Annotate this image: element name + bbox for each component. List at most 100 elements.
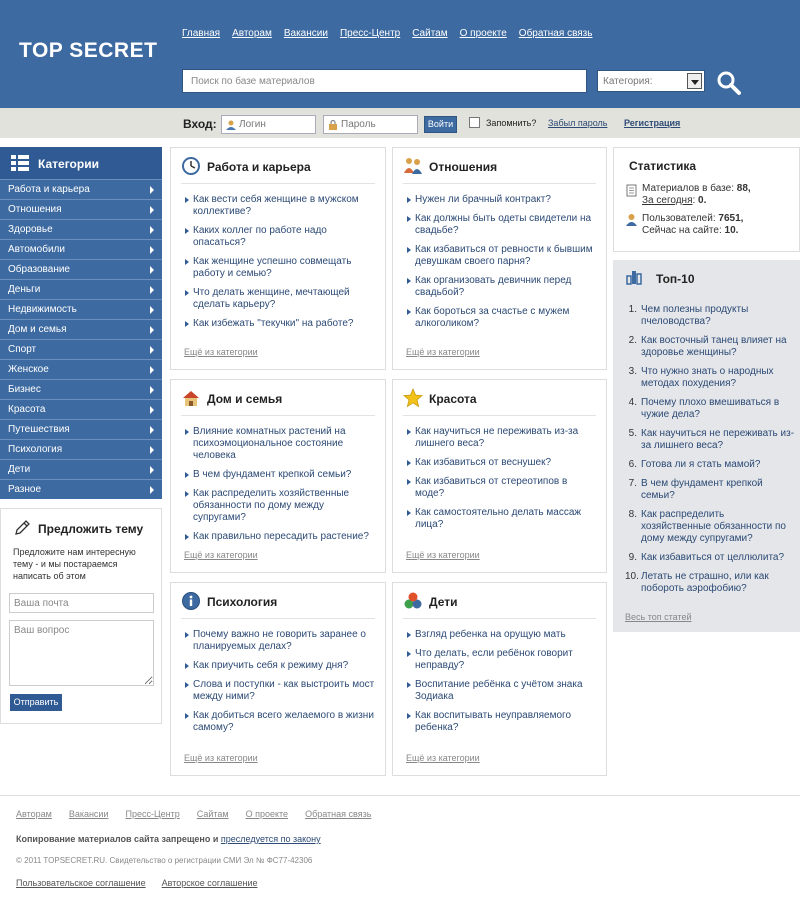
sidebar-item-relationships[interactable]: Отношения	[0, 199, 162, 219]
article-link[interactable]: Как организовать девичник перед свадьбой…	[407, 275, 597, 299]
footer-link-authors[interactable]: Авторам	[16, 809, 52, 819]
categories-header: Категории	[0, 147, 162, 179]
blocks-icon	[404, 592, 422, 609]
all-top-articles-link[interactable]: Весь топ статей	[625, 612, 691, 622]
article-link[interactable]: Как избавиться от стереотипов в моде?	[407, 476, 597, 500]
nav-link-feedback[interactable]: Обратная связь	[519, 28, 593, 39]
article-link[interactable]: Как правильно пересадить растение?	[185, 531, 375, 543]
register-link[interactable]: Регистрация	[624, 118, 680, 128]
user-icon	[626, 214, 637, 226]
top10-item[interactable]: 5. Как научиться не переживать из-за лишн…	[625, 428, 797, 452]
top10-item[interactable]: 2. Как восточный танец влияет на здоровье…	[625, 335, 797, 359]
more-from-category-link[interactable]: Ещё из категории	[184, 753, 258, 763]
law-link[interactable]: преследуется по закону	[221, 834, 321, 844]
footer-link-press[interactable]: Пресс-Центр	[126, 809, 180, 819]
nav-link-about[interactable]: О проекте	[460, 28, 507, 39]
article-link[interactable]: Как распределить хозяйственные обязаннос…	[185, 488, 375, 524]
question-field[interactable]	[9, 620, 154, 686]
sidebar-item-health[interactable]: Здоровье	[0, 219, 162, 239]
sidebar-item-kids[interactable]: Дети	[0, 459, 162, 479]
article-link[interactable]: Как женщине успешно совмещать работу и с…	[185, 256, 375, 280]
footer-link-vacancies[interactable]: Вакансии	[69, 809, 109, 819]
top10-item[interactable]: 7. В чем фундамент крепкой семьи?	[625, 478, 797, 502]
sidebar-item-work[interactable]: Работа и карьера	[0, 179, 162, 199]
article-link[interactable]: Что делать, если ребёнок говорит неправд…	[407, 648, 597, 672]
more-from-category-link[interactable]: Ещё из категории	[406, 550, 480, 560]
author-agreement-link[interactable]: Авторское соглашение	[162, 878, 258, 888]
article-link[interactable]: Как вести себя женщине в мужском коллект…	[185, 194, 375, 218]
more-from-category-link[interactable]: Ещё из категории	[406, 347, 480, 357]
article-link[interactable]: Как научиться не переживать из-за лишнег…	[407, 426, 597, 450]
today-link[interactable]: За сегодня	[642, 195, 692, 206]
footer-link-about[interactable]: О проекте	[246, 809, 288, 819]
article-link[interactable]: Как добиться всего желаемого в жизни сам…	[185, 710, 375, 734]
article-link[interactable]: Как воспитывать неуправляемого ребенка?	[407, 710, 597, 734]
nav-link-press[interactable]: Пресс-Центр	[340, 28, 400, 39]
document-icon	[626, 184, 637, 197]
list-icon	[11, 155, 29, 171]
email-field[interactable]	[9, 593, 154, 613]
user-agreement-link[interactable]: Пользовательское соглашение	[16, 878, 146, 888]
search-input[interactable]	[182, 69, 587, 93]
article-link[interactable]: Нужен ли брачный контракт?	[407, 194, 597, 206]
chevron-down-icon[interactable]	[687, 73, 702, 89]
login-bar: Вход: Логин Пароль Войти Запомнить? Забы…	[0, 108, 800, 138]
sidebar-item-beauty[interactable]: Красота	[0, 399, 162, 419]
top10-item[interactable]: 8. Как распределить хозяйственные обязанн…	[625, 509, 797, 545]
sidebar-item-home[interactable]: Дом и семья	[0, 319, 162, 339]
article-link[interactable]: Что делать женщине, мечтающей сделать ка…	[185, 287, 375, 311]
box-title: Дом и семья	[207, 392, 283, 406]
article-link[interactable]: Как самостоятельно делать массаж лица?	[407, 507, 597, 531]
article-link[interactable]: Взгляд ребенка на орущую мать	[407, 629, 597, 641]
top10-item[interactable]: 6. Готова ли я стать мамой?	[625, 459, 797, 471]
footer-link-sites[interactable]: Сайтам	[197, 809, 229, 819]
article-link[interactable]: Каких коллег по работе надо опасаться?	[185, 225, 375, 249]
article-link[interactable]: Влияние комнатных растений на психоэмоци…	[185, 426, 375, 462]
article-link[interactable]: Как избежать "текучки" на работе?	[185, 318, 375, 330]
article-link[interactable]: Слова и поступки - как выстроить мост ме…	[185, 679, 375, 703]
article-link[interactable]: Почему важно не говорить заранее о плани…	[185, 629, 375, 653]
more-from-category-link[interactable]: Ещё из категории	[184, 550, 258, 560]
sidebar-item-psychology[interactable]: Психология	[0, 439, 162, 459]
sidebar-item-sport[interactable]: Спорт	[0, 339, 162, 359]
top10-item[interactable]: 1. Чем полезны продукты пчеловодства?	[625, 304, 797, 328]
sidebar-item-realty[interactable]: Недвижимость	[0, 299, 162, 319]
login-field[interactable]: Логин	[221, 115, 316, 134]
password-field[interactable]: Пароль	[323, 115, 418, 134]
sidebar-item-cars[interactable]: Автомобили	[0, 239, 162, 259]
article-link[interactable]: Как бороться за счастье с мужем алкоголи…	[407, 306, 597, 330]
nav-link-home[interactable]: Главная	[182, 28, 220, 39]
nav-link-authors[interactable]: Авторам	[232, 28, 272, 39]
sidebar-item-money[interactable]: Деньги	[0, 279, 162, 299]
suggest-text: Предложите нам интересную тему - и мы по…	[13, 547, 136, 581]
statistics-panel: Статистика Материалов в базе: 88, За сег…	[613, 147, 800, 252]
category-select[interactable]: Категория:	[597, 70, 705, 92]
sidebar-item-travel[interactable]: Путешествия	[0, 419, 162, 439]
article-link[interactable]: Как избавиться от веснушек?	[407, 457, 597, 469]
footer-link-feedback[interactable]: Обратная связь	[305, 809, 371, 819]
top10-item[interactable]: 3. Что нужно знать о народных методах пох…	[625, 366, 797, 390]
sidebar-item-women[interactable]: Женское	[0, 359, 162, 379]
site-logo[interactable]: TOP SECRET	[19, 39, 157, 63]
more-from-category-link[interactable]: Ещё из категории	[184, 347, 258, 357]
send-button[interactable]: Отправить	[10, 694, 62, 711]
remember-checkbox[interactable]	[469, 117, 480, 128]
nav-link-sites[interactable]: Сайтам	[412, 28, 447, 39]
sidebar-item-business[interactable]: Бизнес	[0, 379, 162, 399]
article-link[interactable]: Как избавиться от ревности к бывшим деву…	[407, 244, 597, 268]
sidebar-item-misc[interactable]: Разное	[0, 479, 162, 499]
search-button[interactable]	[716, 70, 742, 96]
article-link[interactable]: Как должны быть одеты свидетели на свадь…	[407, 213, 597, 237]
login-button[interactable]: Войти	[424, 116, 457, 133]
top10-item[interactable]: 10. Летать не страшно, или как побороть а…	[625, 571, 797, 595]
article-link[interactable]: Как приучить себя к режиму дня?	[185, 660, 375, 672]
top10-item[interactable]: 9. Как избавиться от целлюлита?	[625, 552, 797, 564]
nav-link-vacancies[interactable]: Вакансии	[284, 28, 328, 39]
more-from-category-link[interactable]: Ещё из категории	[406, 753, 480, 763]
sidebar-item-education[interactable]: Образование	[0, 259, 162, 279]
article-link[interactable]: Воспитание ребёнка с учётом знака Зодиак…	[407, 679, 597, 703]
password-placeholder: Пароль	[341, 119, 376, 130]
article-link[interactable]: В чем фундамент крепкой семьи?	[185, 469, 375, 481]
top10-item[interactable]: 4. Почему плохо вмешиваться в чужие дела?	[625, 397, 797, 421]
forgot-password-link[interactable]: Забыл пароль	[548, 118, 607, 128]
